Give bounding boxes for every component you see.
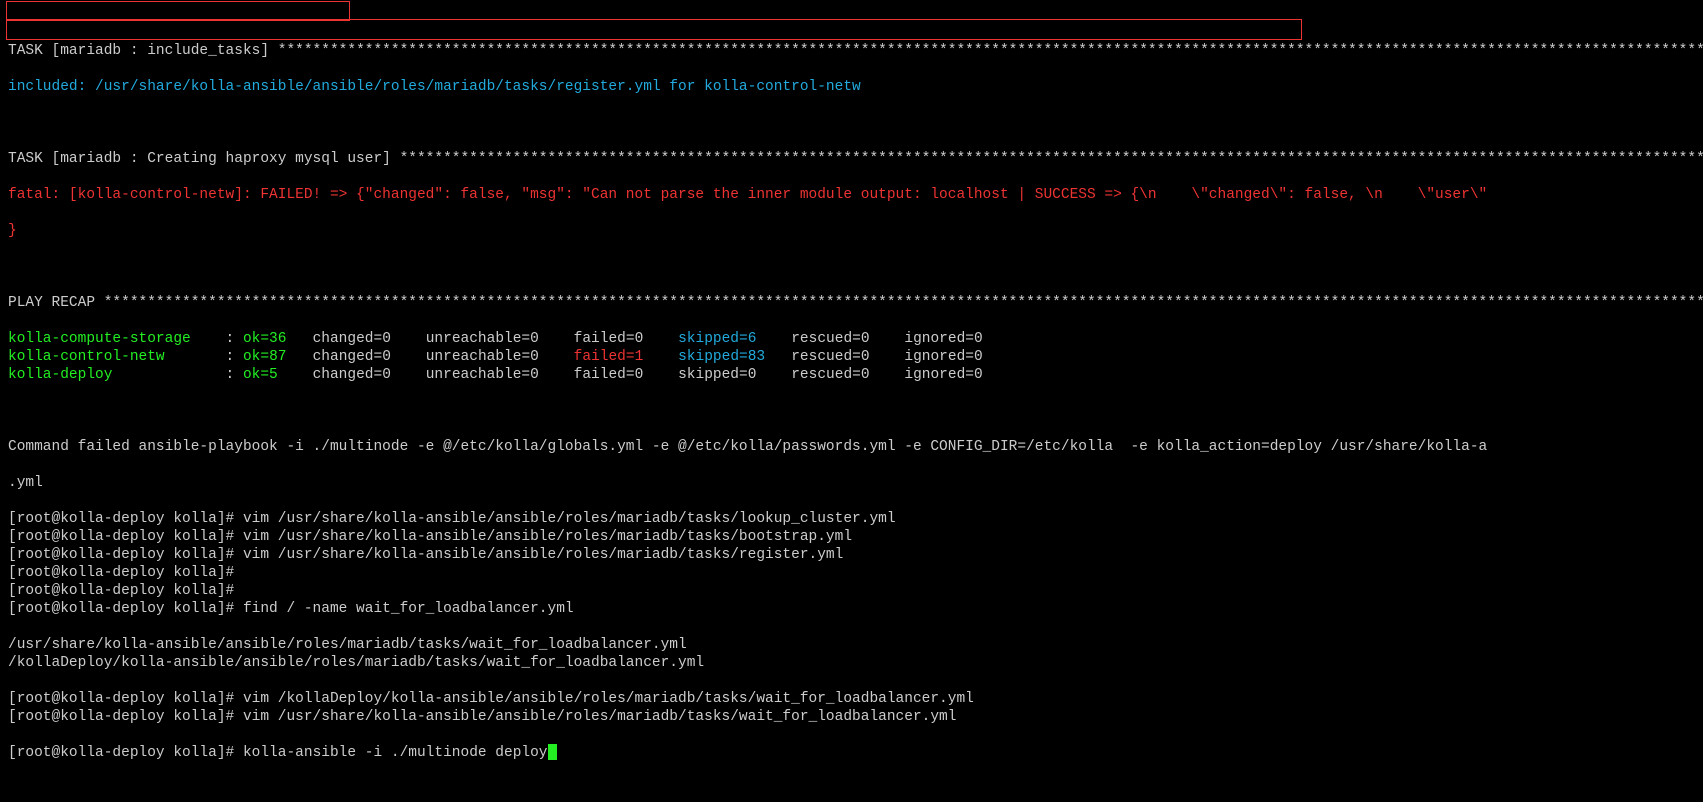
history-line: [root@kolla-deploy kolla]# (8, 564, 1695, 582)
history-line: [root@kolla-deploy kolla]# find / -name … (8, 600, 1695, 618)
play-recap-rows: kolla-compute-storage : ok=36 changed=0 … (8, 330, 1695, 384)
recap-row: kolla-control-netw : ok=87 changed=0 unr… (8, 348, 1695, 366)
command-history: [root@kolla-deploy kolla]# vim /usr/shar… (8, 510, 1695, 618)
fatal-error-line-1: fatal: [kolla-control-netw]: FAILED! => … (8, 186, 1695, 204)
shell-prompt: [root@kolla-deploy kolla]# (8, 745, 243, 761)
recap-row: kolla-compute-storage : ok=36 changed=0 … (8, 330, 1695, 348)
history-line: [root@kolla-deploy kolla]# vim /usr/shar… (8, 708, 1695, 726)
history-line: [root@kolla-deploy kolla]# vim /usr/shar… (8, 528, 1695, 546)
blank-line (8, 258, 1695, 276)
command-failed-line-2: .yml (8, 474, 1695, 492)
play-recap-header: PLAY RECAP *****************************… (8, 294, 1695, 312)
blank-line (8, 402, 1695, 420)
current-command: kolla-ansible -i ./multinode deploy (243, 745, 548, 761)
task-header-2: TASK [mariadb : Creating haproxy mysql u… (8, 150, 1695, 168)
history-line: [root@kolla-deploy kolla]# vim /usr/shar… (8, 546, 1695, 564)
history-line: [root@kolla-deploy kolla]# vim /usr/shar… (8, 510, 1695, 528)
find-result-line: /kollaDeploy/kolla-ansible/ansible/roles… (8, 654, 1695, 672)
blank-line (8, 114, 1695, 132)
command-history-2: [root@kolla-deploy kolla]# vim /kollaDep… (8, 690, 1695, 726)
find-results: /usr/share/kolla-ansible/ansible/roles/m… (8, 636, 1695, 672)
find-result-line: /usr/share/kolla-ansible/ansible/roles/m… (8, 636, 1695, 654)
cursor (548, 744, 557, 760)
command-failed-line-1: Command failed ansible-playbook -i ./mul… (8, 438, 1695, 456)
included-line: included: /usr/share/kolla-ansible/ansib… (8, 78, 1695, 96)
recap-row: kolla-deploy : ok=5 changed=0 unreachabl… (8, 366, 1695, 384)
task-header-1: TASK [mariadb : include_tasks] *********… (8, 42, 1695, 60)
fatal-error-line-2: } (8, 222, 1695, 240)
history-line: [root@kolla-deploy kolla]# (8, 582, 1695, 600)
current-prompt-line[interactable]: [root@kolla-deploy kolla]# kolla-ansible… (8, 744, 1695, 762)
terminal-output[interactable]: TASK [mariadb : include_tasks] *********… (0, 0, 1703, 802)
history-line: [root@kolla-deploy kolla]# vim /kollaDep… (8, 690, 1695, 708)
